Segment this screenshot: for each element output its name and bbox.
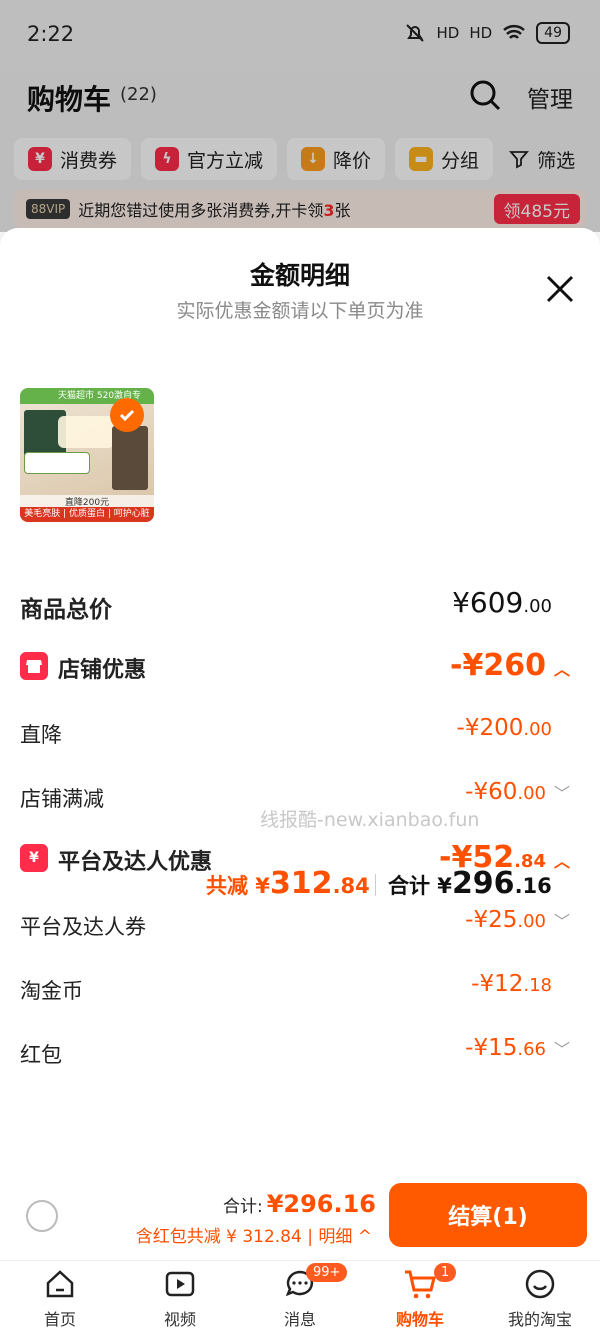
row-label: 店铺优惠 <box>58 658 147 683</box>
chevron-down-icon: ﹀ <box>553 912 570 931</box>
row-label: 直降 <box>20 723 62 747</box>
promo-label <box>24 452 90 474</box>
row-value: -¥260 ︿ <box>450 648 570 683</box>
row-store-discount[interactable]: 店铺优惠 -¥260 ︿ <box>20 648 580 688</box>
store-icon <box>20 652 48 680</box>
check-icon <box>110 398 144 432</box>
bottom-tab-bar: 首页 视频 99+ 消息 1 购物车 我的淘宝 <box>0 1260 600 1333</box>
thumb-bottom-text: 美毛亮肤 | 优质蛋白 | 呵护心脏 严选 <box>20 507 154 522</box>
tab-video[interactable]: 视频 <box>120 1261 240 1333</box>
home-icon <box>46 1270 74 1298</box>
product-thumbnail[interactable]: 天猫超市 520激自专 直降200元 美毛亮肤 | 优质蛋白 | 呵护心脏 严选 <box>20 388 154 522</box>
product-pack <box>112 426 148 490</box>
sheet-title: 金额明细 <box>249 261 350 290</box>
row-label: 平台及达人券 <box>20 915 146 939</box>
row-total-price: 商品总价 ¥609.00 <box>20 586 580 626</box>
row-label: 商品总价 <box>20 597 112 623</box>
chevron-down-icon: ﹀ <box>553 1040 570 1059</box>
thumb-price-text: 直降200元 <box>20 495 154 508</box>
totals-summary: 共减 ¥312.84 合计 ¥296.16 <box>0 864 600 908</box>
tab-label: 消息 <box>283 1310 316 1329</box>
discount-detail-link[interactable]: 含红包共减 ¥ 312.84 | 明细 ^ <box>136 1222 372 1247</box>
row-gold-coin: 淘金币 -¥12.18 <box>20 971 580 1011</box>
amount-detail-sheet: 金额明细 实际优惠金额请以下单页为准 天猫超市 520激自专 直降200元 美毛… <box>0 228 600 1333</box>
tab-label: 首页 <box>43 1310 76 1329</box>
row-label: 店铺满减 <box>20 787 104 811</box>
sheet-subtitle: 实际优惠金额请以下单页为准 <box>176 300 424 322</box>
row-value: -¥60.00 ﹀ <box>465 779 570 805</box>
profile-icon <box>525 1269 555 1299</box>
total-sum: 合计 ¥296.16 <box>388 866 552 901</box>
divider <box>375 874 376 896</box>
chevron-up-icon: ︿ <box>553 660 570 679</box>
close-icon[interactable] <box>544 273 576 305</box>
checkout-bar: 合计: ¥296.16 含红包共减 ¥ 312.84 | 明细 ^ 结算(1) <box>0 1176 600 1260</box>
row-platform-coupon[interactable]: 平台及达人券 -¥25.00 ﹀ <box>20 907 580 947</box>
row-value: ¥609.00 <box>452 586 552 619</box>
tab-messages[interactable]: 99+ 消息 <box>240 1261 360 1333</box>
chevron-down-icon: ﹀ <box>553 784 570 803</box>
checkout-sum: 合计: ¥296.16 <box>222 1190 376 1218</box>
tab-label: 购物车 <box>395 1310 444 1329</box>
tab-cart[interactable]: 1 购物车 <box>360 1261 480 1333</box>
row-label: 红包 <box>20 1043 62 1067</box>
select-all-radio[interactable] <box>26 1200 58 1232</box>
promo-badge <box>58 416 114 448</box>
tab-my-taobao[interactable]: 我的淘宝 <box>480 1261 600 1333</box>
total-saved: 共减 ¥312.84 <box>206 866 370 901</box>
watermark: 线报酷-new.xianbao.fun <box>260 809 480 831</box>
video-icon <box>165 1271 195 1297</box>
tab-label: 我的淘宝 <box>507 1310 572 1329</box>
cart-icon <box>405 1270 436 1299</box>
row-label: 淘金币 <box>20 979 83 1003</box>
row-value: -¥200.00 <box>456 715 552 741</box>
row-direct-cut: 直降 -¥200.00 <box>20 715 580 755</box>
checkout-button[interactable]: 结算(1) <box>389 1183 587 1247</box>
cart-badge: 1 <box>434 1263 457 1282</box>
row-value: -¥12.18 <box>471 971 552 997</box>
message-badge: 99+ <box>306 1263 348 1282</box>
row-red-packet[interactable]: 红包 -¥15.66 ﹀ <box>20 1035 580 1075</box>
dim-overlay[interactable] <box>0 0 600 232</box>
row-value: -¥15.66 ﹀ <box>465 1035 570 1061</box>
tab-label: 视频 <box>163 1310 196 1329</box>
tab-home[interactable]: 首页 <box>0 1261 120 1333</box>
row-value: -¥25.00 ﹀ <box>465 907 570 933</box>
